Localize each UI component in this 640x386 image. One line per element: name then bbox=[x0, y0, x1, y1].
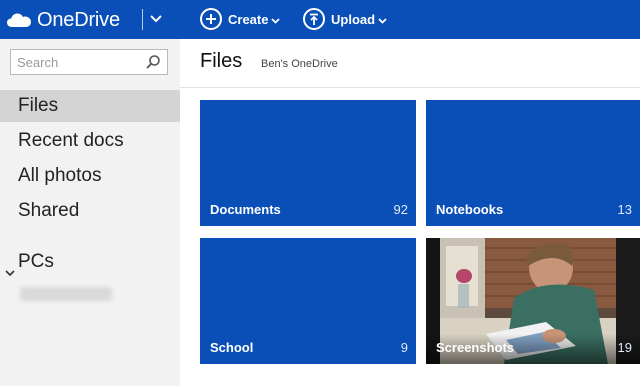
sidebar-item-label: Files bbox=[18, 95, 59, 116]
search-input[interactable] bbox=[17, 53, 137, 71]
search-icon[interactable] bbox=[145, 54, 161, 70]
sidebar-item-all-photos[interactable]: All photos bbox=[0, 160, 180, 192]
chevron-down-icon bbox=[271, 12, 281, 27]
plus-icon bbox=[200, 8, 222, 30]
page-title: Files bbox=[200, 50, 243, 72]
create-label: Create bbox=[228, 11, 269, 27]
sidebar-item-files[interactable]: Files bbox=[0, 90, 180, 122]
cloud-icon bbox=[6, 12, 32, 28]
sidebar-item-label: Recent docs bbox=[18, 130, 124, 151]
folder-tile-notebooks[interactable]: Notebooks 13 bbox=[426, 100, 640, 226]
sidebar-section-pcs[interactable]: PCs bbox=[0, 247, 180, 277]
folder-count: 92 bbox=[393, 202, 408, 217]
sidebar: Files Recent docs All photos Shared PCs bbox=[0, 39, 180, 386]
folder-count: 9 bbox=[400, 340, 408, 355]
sidebar-item-recent-docs[interactable]: Recent docs bbox=[0, 125, 180, 157]
sidebar-item-shared[interactable]: Shared bbox=[0, 195, 180, 227]
upload-icon bbox=[303, 8, 325, 30]
chevron-down-icon bbox=[5, 257, 15, 287]
folder-name: Documents bbox=[210, 202, 281, 217]
app-name: OneDrive bbox=[37, 8, 120, 31]
sidebar-item-label: Shared bbox=[18, 200, 80, 221]
upload-button[interactable]: Upload bbox=[303, 6, 387, 32]
create-button[interactable]: Create bbox=[200, 6, 281, 32]
folder-count: 19 bbox=[617, 340, 632, 355]
folder-name: Screenshots bbox=[436, 340, 515, 355]
folder-tile-documents[interactable]: Documents 92 bbox=[200, 100, 416, 226]
header-divider bbox=[180, 87, 640, 88]
chevron-down-icon bbox=[378, 12, 387, 27]
app-menu-chevron-icon[interactable] bbox=[148, 10, 164, 28]
top-bar: OneDrive Create Upload bbox=[0, 0, 640, 39]
folder-name: School bbox=[210, 340, 254, 355]
pcs-label: PCs bbox=[18, 251, 54, 272]
folder-tile-screenshots[interactable]: Screenshots 19 bbox=[426, 238, 640, 364]
onedrive-logo[interactable]: OneDrive bbox=[6, 7, 120, 33]
sidebar-item-label: All photos bbox=[18, 165, 102, 186]
folder-tile-school[interactable]: School 9 bbox=[200, 238, 416, 364]
folder-name: Notebooks bbox=[436, 202, 504, 217]
breadcrumb[interactable]: Ben's OneDrive bbox=[261, 58, 338, 70]
toolbar-divider bbox=[142, 9, 143, 30]
folder-count: 13 bbox=[617, 202, 632, 217]
blurred-pc-name[interactable] bbox=[20, 287, 112, 301]
search-box[interactable] bbox=[10, 49, 168, 75]
upload-label: Upload bbox=[331, 11, 376, 27]
